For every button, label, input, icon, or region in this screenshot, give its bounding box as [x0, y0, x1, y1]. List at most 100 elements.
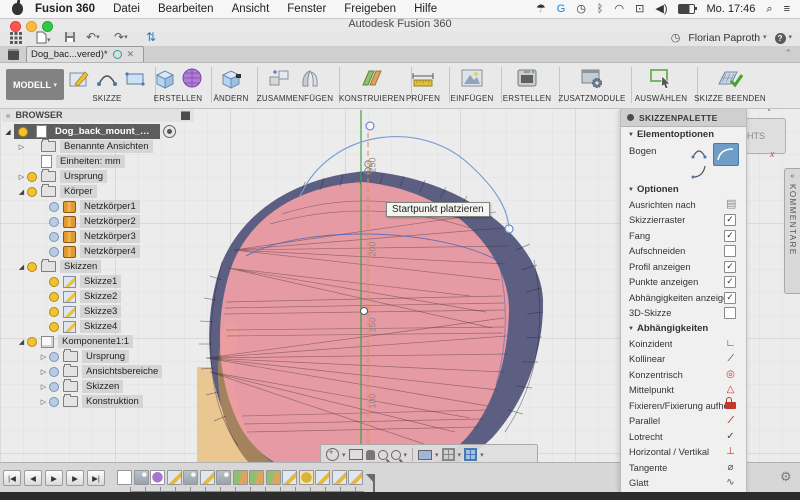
visibility-bulb-icon[interactable] — [49, 232, 59, 242]
visibility-bulb-icon[interactable] — [49, 322, 59, 332]
arc-center-icon-selected[interactable] — [713, 143, 739, 166]
tree-item-label[interactable]: Netzkörper3 — [80, 230, 140, 243]
visibility-bulb-icon[interactable] — [18, 127, 28, 137]
browser-tree-item[interactable]: ▷ Ansichtsbereiche — [2, 364, 194, 379]
timeline-feature[interactable] — [282, 470, 297, 485]
browser-tree-item[interactable]: Netzkörper1 — [2, 199, 194, 214]
user-account-menu[interactable]: Florian Paproth ▾ — [688, 32, 766, 44]
rectangle-icon[interactable] — [123, 66, 147, 90]
group-label[interactable]: PRÜFEN — [400, 94, 446, 103]
browser-display-icon[interactable] — [181, 111, 190, 120]
tree-item-label[interactable]: Einheiten: mm — [56, 155, 125, 168]
group-label[interactable]: EINFÜGEN — [446, 94, 498, 103]
menu-item[interactable]: Bearbeiten — [158, 3, 214, 15]
menu-item[interactable]: Datei — [113, 3, 140, 15]
visibility-bulb-icon[interactable] — [49, 307, 59, 317]
browser-tree-item[interactable]: ▷ Konstruktion — [2, 394, 194, 409]
grid-caret-icon[interactable]: ▾ — [458, 451, 462, 459]
insert-image-icon[interactable] — [459, 66, 485, 90]
visibility-bulb-icon[interactable] — [49, 277, 59, 287]
section-abhaengigkeiten[interactable]: ▼ Abhängigkeiten — [621, 321, 746, 336]
menu-item[interactable]: Fenster — [287, 3, 326, 15]
tab-close-icon[interactable]: ✕ — [127, 49, 135, 60]
tree-item-label[interactable]: Benannte Ansichten — [60, 140, 153, 153]
logitech-g-icon[interactable]: G — [557, 4, 566, 15]
time-machine-icon[interactable]: ◷ — [576, 4, 586, 15]
visibility-bulb-icon[interactable] — [27, 262, 37, 272]
tree-item-label[interactable]: Körper — [60, 185, 97, 198]
select-icon[interactable] — [648, 66, 674, 90]
horizontal-vertical-icon[interactable]: ⊥ — [725, 447, 736, 457]
concentric-icon[interactable]: ◎ — [725, 370, 736, 380]
tree-item-label[interactable]: Komponente1:1 — [58, 335, 133, 348]
tree-item-label[interactable]: Ursprung — [60, 170, 107, 183]
constraint-row[interactable]: Glatt ∿ — [621, 476, 746, 492]
sketch-point[interactable] — [361, 308, 368, 315]
expand-panel-icon[interactable]: « — [791, 173, 795, 180]
browser-tree-item[interactable]: ▷ Benannte Ansichten — [2, 139, 194, 154]
arc-end-point[interactable] — [505, 225, 513, 233]
viewports-caret-icon[interactable]: ▾ — [480, 451, 484, 459]
expand-arrow[interactable]: ▷ — [38, 398, 49, 406]
tree-item-label[interactable]: Netzkörper2 — [80, 215, 140, 228]
menu-item[interactable]: Ansicht — [232, 3, 270, 15]
section-elementoptionen[interactable]: ▼ Elementoptionen — [621, 127, 746, 142]
activate-component-radio[interactable] — [163, 125, 176, 138]
constraint-row[interactable]: Lotrecht ✓ — [621, 429, 746, 445]
timeline-position-marker[interactable] — [366, 474, 374, 483]
tree-item-label[interactable]: Skizze1 — [80, 275, 121, 288]
option-checkbox[interactable] — [726, 200, 736, 210]
option-checkbox[interactable] — [724, 292, 736, 304]
menu-item[interactable]: Hilfe — [414, 3, 437, 15]
document-tab-label[interactable]: Dog_bac...vered)* — [31, 49, 108, 60]
tree-item-label[interactable]: Netzkörper4 — [80, 245, 140, 258]
tree-item-label[interactable]: Skizze3 — [80, 305, 121, 318]
smooth-icon[interactable]: ∿ — [725, 478, 736, 488]
new-file-icon[interactable]: ▾ — [36, 31, 51, 48]
option-checkbox[interactable] — [724, 230, 736, 242]
menubar-clock[interactable]: Mo. 17:46 — [706, 3, 755, 15]
group-label[interactable]: KONSTRUIEREN — [336, 94, 408, 103]
tree-item-label[interactable]: Ursprung — [82, 350, 129, 363]
menu-item[interactable]: Fusion 360 — [35, 3, 95, 15]
timeline-feature[interactable] — [134, 470, 149, 485]
timeline-feature[interactable] — [216, 470, 231, 485]
help-menu[interactable]: ? ▾ — [775, 32, 792, 44]
comments-tab-label[interactable]: KOMMENTARE — [788, 184, 797, 256]
browser-tree-item[interactable]: Skizze3 — [2, 304, 194, 319]
battery-icon[interactable] — [678, 4, 695, 14]
group-label[interactable]: AUSWÄHLEN — [628, 94, 694, 103]
visibility-bulb-icon[interactable] — [49, 202, 59, 212]
visibility-bulb-icon[interactable] — [49, 382, 59, 392]
visibility-bulb-icon[interactable] — [27, 172, 37, 182]
notification-center-icon[interactable]: ≡ — [784, 4, 790, 15]
save-icon[interactable] — [64, 31, 76, 46]
timeline-step-forward-button[interactable]: ▶ — [66, 470, 84, 486]
display-caret-icon[interactable]: ▾ — [435, 451, 439, 459]
coincident-icon[interactable]: ∟ — [725, 339, 736, 349]
lock-icon[interactable] — [725, 402, 736, 409]
option-checkbox[interactable] — [724, 307, 736, 319]
timeline-feature[interactable] — [150, 470, 165, 485]
browser-tree-item[interactable]: Netzkörper3 — [2, 229, 194, 244]
orbit-caret-icon[interactable]: ▾ — [342, 451, 346, 459]
tree-item-label[interactable]: Skizze2 — [80, 290, 121, 303]
fit-caret-icon[interactable]: ▾ — [404, 451, 408, 459]
press-pull-icon[interactable] — [219, 66, 243, 90]
constraint-row[interactable]: Koinzident ∟ — [621, 336, 746, 352]
user-name[interactable]: Florian Paproth — [688, 32, 760, 44]
constraint-row[interactable]: Parallel ∕∕ — [621, 414, 746, 430]
job-status-icon[interactable]: ⇅ — [146, 30, 156, 44]
vpn-icon[interactable]: ☂ — [536, 4, 546, 15]
timeline-feature[interactable] — [266, 470, 281, 485]
viewcube[interactable]: HTS — [742, 118, 786, 154]
browser-tree-item[interactable]: ▷ Ursprung — [2, 349, 194, 364]
workspace-selector[interactable]: MODELL ▾ — [6, 69, 64, 100]
visibility-bulb-icon[interactable] — [49, 217, 59, 227]
timeline-go-end-button[interactable]: ▶| — [87, 470, 105, 486]
expand-arrow[interactable]: ▷ — [38, 353, 49, 361]
expand-arrow[interactable]: ◢ — [16, 188, 27, 196]
settings-gear-icon[interactable]: ⚙ — [780, 469, 792, 485]
browser-tree-item[interactable]: Skizze1 — [2, 274, 194, 289]
expand-arrow[interactable]: ◢ — [16, 263, 27, 271]
